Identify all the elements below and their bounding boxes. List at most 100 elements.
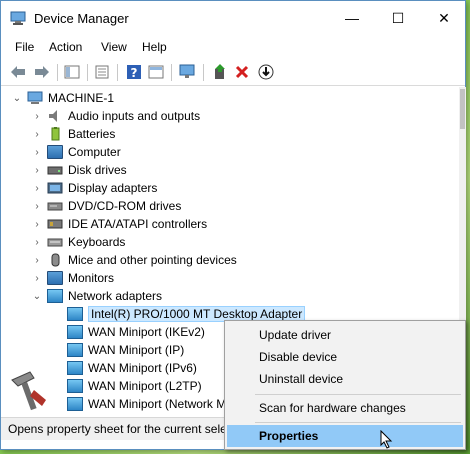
forward-button[interactable]: [33, 63, 51, 81]
toolbar-separator: [203, 64, 204, 81]
computer-icon: [47, 145, 63, 159]
expand-icon[interactable]: ›: [31, 237, 43, 248]
help-button[interactable]: ?: [125, 63, 143, 81]
expand-icon[interactable]: ›: [31, 219, 43, 230]
window-title: Device Manager: [34, 11, 129, 26]
tree-item-mice[interactable]: › Mice and other pointing devices: [31, 251, 237, 269]
expand-icon[interactable]: ›: [31, 129, 43, 140]
tree-item-computer[interactable]: › Computer: [31, 143, 121, 161]
tree-item-ide-controllers[interactable]: › IDE ATA/ATAPI controllers: [31, 215, 207, 233]
expand-icon[interactable]: ›: [31, 255, 43, 266]
enable-device-button[interactable]: [257, 63, 275, 81]
menu-item-disable-device[interactable]: Disable device: [227, 346, 463, 368]
tree-item-display-adapters[interactable]: › Display adapters: [31, 179, 157, 197]
tree-item-dvd-drives[interactable]: › DVD/CD-ROM drives: [31, 197, 181, 215]
dvd-drive-icon: [47, 199, 63, 213]
tree-item-label: WAN Miniport (L2TP): [88, 379, 202, 393]
tree-item-label: IDE ATA/ATAPI controllers: [68, 217, 208, 231]
svg-text:?: ?: [131, 66, 138, 80]
tree-item-network-adapters[interactable]: ⌄ Network adapters: [31, 287, 162, 305]
menu-file[interactable]: File: [15, 40, 34, 54]
expand-icon[interactable]: ›: [31, 111, 43, 122]
update-driver-button[interactable]: [211, 63, 229, 81]
expand-icon[interactable]: ›: [31, 273, 43, 284]
tree-item-label: WAN Miniport (IKEv2): [88, 325, 205, 339]
expand-icon[interactable]: ›: [31, 183, 43, 194]
menu-item-scan-hardware[interactable]: Scan for hardware changes: [227, 397, 463, 419]
close-icon: ✕: [438, 9, 450, 26]
download-arrow-icon: [258, 64, 274, 80]
menu-help[interactable]: Help: [142, 40, 167, 54]
collapse-icon[interactable]: ⌄: [11, 93, 23, 104]
scan-hardware-button[interactable]: [179, 63, 197, 81]
tree-item-label: WAN Miniport (IP): [88, 343, 185, 357]
display-adapter-icon: [47, 181, 63, 195]
tree-item-label: Batteries: [68, 127, 116, 141]
update-driver-icon: [215, 64, 225, 79]
tree-item-label: Disk drives: [68, 163, 127, 177]
view-pane-icon: [148, 65, 164, 79]
tree-item-wan-l2tp[interactable]: WAN Miniport (L2TP): [67, 377, 202, 395]
tree-item-label: WAN Miniport (Network M: [88, 397, 227, 411]
tree-root[interactable]: ⌄ MACHINE-1: [11, 89, 114, 107]
tree-item-disk-drives[interactable]: › Disk drives: [31, 161, 127, 179]
status-text: Opens property sheet for the current sel…: [8, 422, 227, 436]
speaker-icon: [47, 109, 63, 123]
tree-item-batteries[interactable]: › Batteries: [31, 125, 115, 143]
scrollbar-thumb[interactable]: [460, 89, 465, 129]
back-button[interactable]: [9, 63, 27, 81]
tree-item-wan-ip[interactable]: WAN Miniport (IP): [67, 341, 184, 359]
tree-item-label: Display adapters: [68, 181, 158, 195]
action-view-button[interactable]: [147, 63, 165, 81]
network-adapter-icon: [67, 361, 83, 375]
menu-item-update-driver[interactable]: Update driver: [227, 324, 463, 346]
ide-controller-icon: [47, 217, 63, 231]
keyboard-icon: [47, 235, 63, 249]
toolbar-separator: [171, 64, 172, 81]
collapse-icon[interactable]: ⌄: [31, 291, 43, 302]
tree-item-label: DVD/CD-ROM drives: [68, 199, 182, 213]
title-bar[interactable]: Device Manager — ☐ ✕: [1, 1, 465, 35]
menu-bar: File Action View Help: [1, 37, 465, 57]
toolbar: ?: [1, 59, 465, 86]
uninstall-device-button[interactable]: [233, 63, 251, 81]
menu-action[interactable]: Action: [49, 40, 82, 54]
minimize-button[interactable]: —: [329, 1, 375, 35]
help-icon: ?: [127, 65, 141, 80]
red-x-icon: [235, 65, 249, 79]
tree-item-label: Monitors: [68, 271, 115, 285]
maximize-button[interactable]: ☐: [375, 1, 421, 35]
tree-item-wan-network-monitor[interactable]: WAN Miniport (Network M: [67, 395, 226, 413]
network-adapter-icon: [67, 343, 83, 357]
monitor-icon: [47, 271, 63, 285]
tree-item-label: Network adapters: [68, 289, 163, 303]
properties-toolbar-button[interactable]: [93, 63, 111, 81]
expand-icon[interactable]: ›: [31, 165, 43, 176]
menu-item-properties[interactable]: Properties: [227, 425, 463, 447]
mouse-cursor-icon: [380, 430, 393, 449]
disk-drive-icon: [47, 163, 63, 177]
show-hide-console-tree-button[interactable]: [63, 63, 81, 81]
tree-item-keyboards[interactable]: › Keyboards: [31, 233, 125, 251]
tree-item-monitors[interactable]: › Monitors: [31, 269, 114, 287]
toolbar-separator: [87, 64, 88, 81]
expand-icon[interactable]: ›: [31, 201, 43, 212]
tree-item-audio[interactable]: › Audio inputs and outputs: [31, 107, 200, 125]
network-adapter-icon: [47, 289, 63, 303]
tree-item-label: Computer: [68, 145, 121, 159]
minimize-icon: —: [345, 10, 359, 26]
tree-item-label: Keyboards: [68, 235, 126, 249]
tree-item-wan-ipv6[interactable]: WAN Miniport (IPv6): [67, 359, 197, 377]
tree-item-wan-ikev2[interactable]: WAN Miniport (IKEv2): [67, 323, 205, 341]
monitor-scan-icon: [179, 64, 195, 78]
menu-item-uninstall-device[interactable]: Uninstall device: [227, 368, 463, 390]
tree-item-label: Mice and other pointing devices: [68, 253, 237, 267]
menu-view[interactable]: View: [101, 40, 127, 54]
close-button[interactable]: ✕: [421, 1, 467, 35]
forward-arrow-icon: [35, 66, 49, 78]
tree-item-label: WAN Miniport (IPv6): [88, 361, 197, 375]
network-adapter-icon: [67, 397, 83, 411]
computer-icon: [27, 91, 43, 105]
context-menu: Update driver Disable device Uninstall d…: [224, 320, 466, 450]
expand-icon[interactable]: ›: [31, 147, 43, 158]
